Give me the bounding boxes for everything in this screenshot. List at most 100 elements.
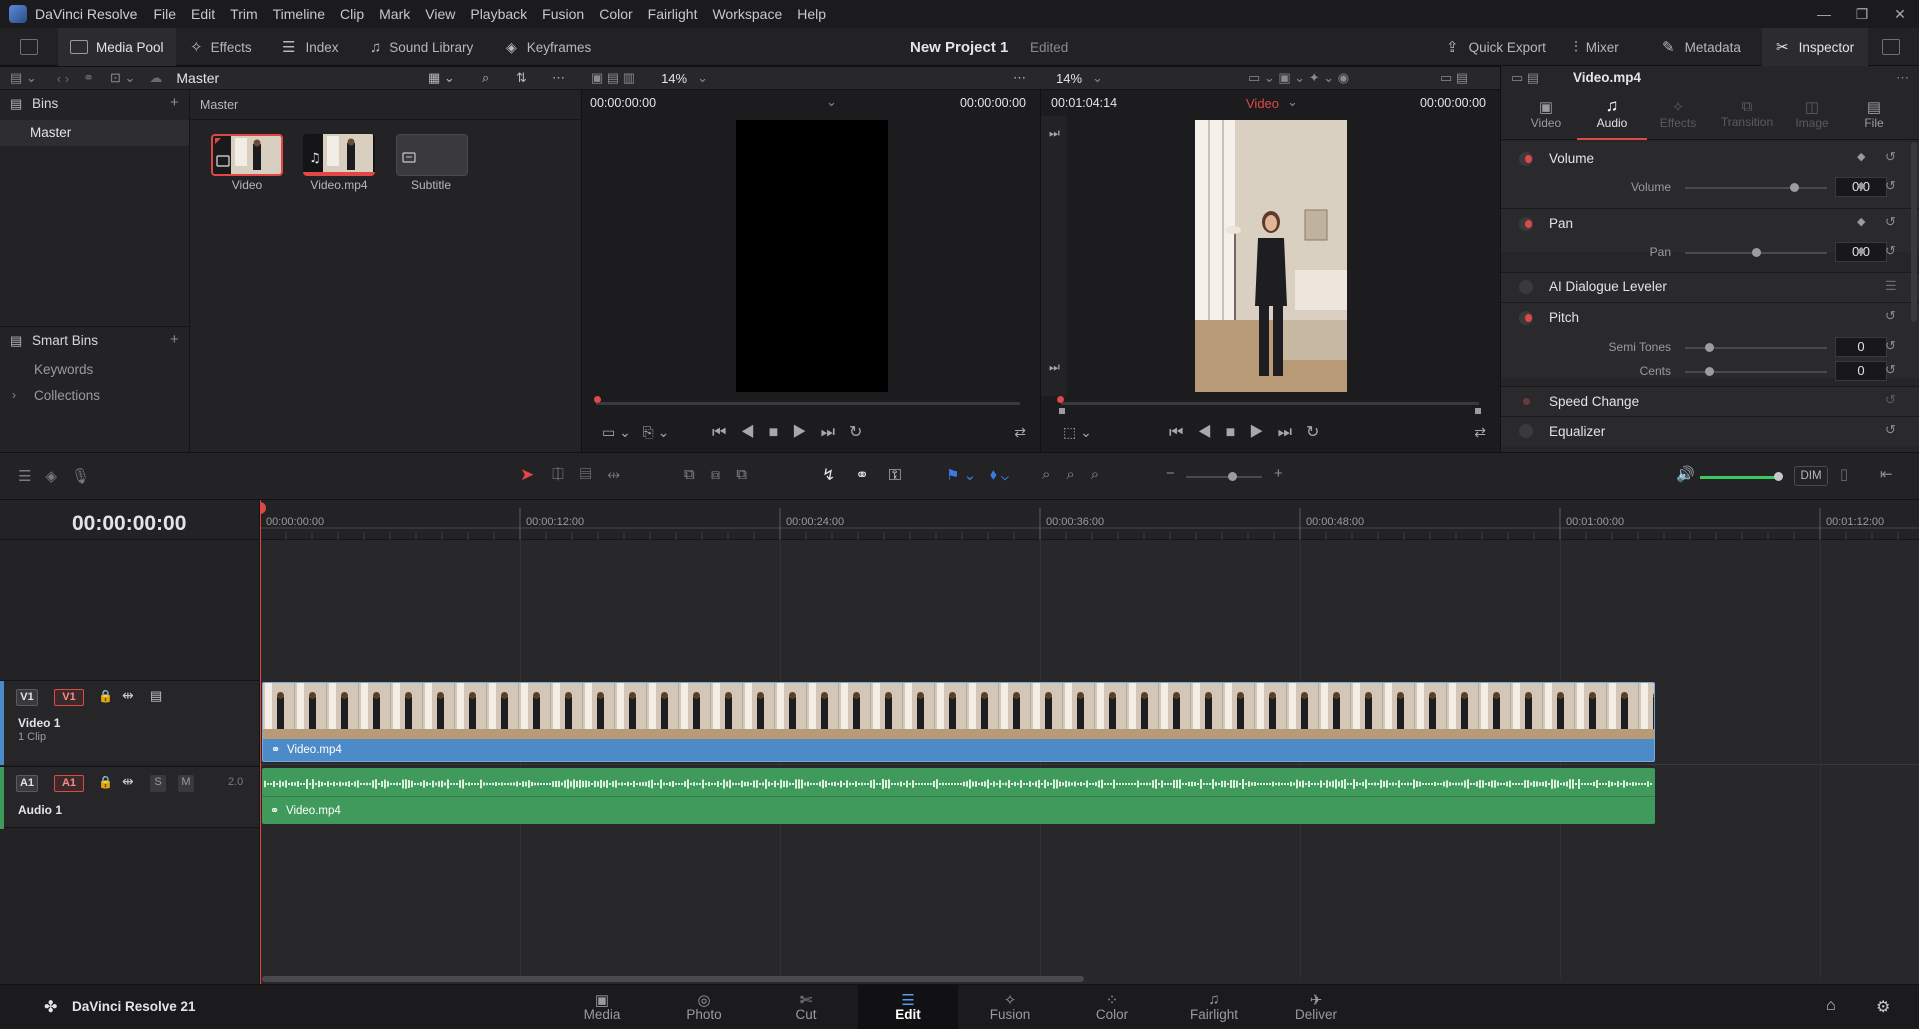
a1-solo-button[interactable]: S xyxy=(150,775,166,792)
index-button[interactable]: ☰ Index xyxy=(282,28,338,66)
grid-view-icon[interactable]: ▦ ⌄ xyxy=(428,70,455,86)
viewer-options-icons[interactable]: ▭ ⌄ ▣ ⌄ ✦ ⌄ ◉ xyxy=(1248,70,1349,86)
inspector-button[interactable]: ✂ Inspector xyxy=(1762,28,1869,66)
volume-keyframe-icon[interactable]: ◆ xyxy=(1857,150,1865,163)
record-source-select[interactable]: Video xyxy=(1246,96,1279,111)
tab-video[interactable]: ▣ Video xyxy=(1511,90,1581,140)
tab-image[interactable]: ◫ Image xyxy=(1777,90,1847,140)
speed-change-reset-icon[interactable]: ↺ xyxy=(1885,392,1896,408)
volume-enable-toggle[interactable] xyxy=(1519,152,1533,166)
pan-param-reset-icon[interactable]: ↺ xyxy=(1885,243,1896,259)
next-edit-icon[interactable]: ⏭ xyxy=(1049,360,1060,375)
sound-library-button[interactable]: ♫ Sound Library xyxy=(370,28,473,66)
video-clip[interactable]: ⚭ Video.mp4 xyxy=(262,682,1655,762)
zoom-dropdown-icon[interactable]: ⌄ xyxy=(697,70,708,86)
record-zoom-dropdown-icon[interactable]: ⌄ xyxy=(1092,70,1103,86)
speaker-icon[interactable]: 🔊 xyxy=(1676,465,1695,483)
semitones-reset-icon[interactable]: ↺ xyxy=(1885,338,1896,354)
equalizer-reset-icon[interactable]: ↺ xyxy=(1885,422,1896,438)
a1-dest-track[interactable]: A1 xyxy=(54,775,84,792)
cloud-icon[interactable]: ☁ xyxy=(149,70,162,86)
prev-edit-icon[interactable]: ⏭ xyxy=(1049,126,1060,141)
page-deliver[interactable]: ✈ Deliver xyxy=(1266,985,1366,1029)
record-zoom[interactable]: 14% xyxy=(1056,71,1082,86)
cents-reset-icon[interactable]: ↺ xyxy=(1885,362,1896,378)
source-playback-controls[interactable]: ⏮◀■▶⏭↻ xyxy=(712,422,876,442)
source-more-icon[interactable]: ⋯ xyxy=(1013,70,1026,86)
toolbar-expand-icon[interactable] xyxy=(1882,39,1900,55)
inspector-scrollbar[interactable] xyxy=(1911,142,1917,322)
pan-param-keyframe-icon[interactable]: ◆ xyxy=(1857,244,1865,257)
add-bin-icon[interactable]: + xyxy=(170,94,179,111)
a1-lock-icon[interactable]: 🔒 xyxy=(98,775,113,789)
inspector-layout-icons[interactable]: ▭ ▤ xyxy=(1511,70,1539,86)
record-playback-controls[interactable]: ⏮◀■▶⏭↻ xyxy=(1169,422,1333,442)
v1-autoselect-icon[interactable]: ⇹ xyxy=(122,687,134,704)
pan-reset-icon[interactable]: ↺ xyxy=(1885,214,1896,230)
insert-tools-icons[interactable]: ⧉⧈⧉ xyxy=(684,466,763,483)
mixer-button[interactable]: ⫶ Mixer xyxy=(1574,28,1619,66)
pan-keyframe-icon[interactable]: ◆ xyxy=(1857,215,1865,228)
add-smart-bin-icon[interactable]: + xyxy=(170,331,179,348)
more-options-icon[interactable]: ⋯ xyxy=(552,70,565,86)
menu-mark[interactable]: Mark xyxy=(379,6,410,22)
settings-gear-icon[interactable]: ⚙ xyxy=(1876,997,1890,1017)
import-icon[interactable]: ⊡ ⌄ xyxy=(110,70,135,86)
source-video-frame[interactable] xyxy=(736,120,888,392)
a1-track-name[interactable]: Audio 1 xyxy=(18,803,62,817)
menu-fusion[interactable]: Fusion xyxy=(542,6,584,22)
zoom-in-icon[interactable]: + xyxy=(1274,465,1283,482)
menu-fairlight[interactable]: Fairlight xyxy=(648,6,698,22)
tab-file[interactable]: ▤ File xyxy=(1839,90,1909,140)
dim-button[interactable]: DIM xyxy=(1794,466,1828,486)
metadata-button[interactable]: ✎ Metadata xyxy=(1662,28,1741,66)
record-playhead[interactable] xyxy=(1057,396,1064,403)
timeline-view-options[interactable]: ☰◈🎙 xyxy=(18,467,104,485)
volume-param-reset-icon[interactable]: ↺ xyxy=(1885,178,1896,194)
zoom-slider-knob[interactable] xyxy=(1228,472,1237,481)
meter-icon[interactable]: ▯ xyxy=(1840,465,1848,483)
menu-view[interactable]: View xyxy=(425,6,455,22)
pitch-enable-toggle[interactable] xyxy=(1519,311,1533,325)
tab-transition[interactable]: ⧉ Transition xyxy=(1707,90,1787,140)
tab-audio[interactable]: ♫ Audio xyxy=(1577,90,1647,140)
source-transport-icons[interactable]: ▭ ⌄ ⎘ ⌄ xyxy=(602,424,669,441)
a1-mute-button[interactable]: M xyxy=(178,775,194,792)
cents-slider-knob[interactable] xyxy=(1705,367,1714,376)
collections-chevron-icon[interactable]: › xyxy=(12,388,16,402)
record-out-marker[interactable] xyxy=(1475,408,1481,414)
v1-track-name[interactable]: Video 1 xyxy=(18,716,60,730)
page-fusion[interactable]: ✧ Fusion xyxy=(960,985,1060,1029)
tab-effects[interactable]: ✧ Effects xyxy=(1643,90,1713,140)
restore-icon[interactable]: ❐ xyxy=(1843,6,1881,23)
quick-export-button[interactable]: ⇪ Quick Export xyxy=(1446,28,1546,66)
page-color[interactable]: ⁘ Color xyxy=(1062,985,1162,1029)
smart-bin-keywords[interactable]: Keywords xyxy=(34,362,93,377)
sort-icon[interactable]: ⇅ xyxy=(516,70,527,86)
timeline-scrollbar[interactable] xyxy=(262,976,1084,982)
a1-source-patch[interactable]: A1 xyxy=(16,775,38,792)
search-icon[interactable]: ⌕ xyxy=(482,70,489,86)
menu-workspace[interactable]: Workspace xyxy=(712,6,782,22)
home-icon[interactable]: ⌂ xyxy=(1826,997,1836,1015)
menu-file[interactable]: File xyxy=(153,6,176,22)
zoom-mode-icons[interactable]: ⌕⌕⌕ xyxy=(1042,466,1115,483)
v1-dest-track[interactable]: V1 xyxy=(54,689,84,706)
keyframes-button[interactable]: ◈ Keyframes xyxy=(506,28,591,66)
timeline-ruler[interactable]: 00:00:00:00 00:00:12:00 00:00:24:00 00:0… xyxy=(260,500,1919,540)
record-video-frame[interactable] xyxy=(1195,120,1347,392)
pitch-reset-icon[interactable]: ↺ xyxy=(1885,308,1896,324)
clip-thumb-video-mp4[interactable]: ♫ xyxy=(303,134,375,176)
viewer-layout-icon[interactable]: ▣ ▤ ▥ xyxy=(591,70,635,86)
record-in-marker[interactable] xyxy=(1059,408,1065,414)
cents-value[interactable]: 0 xyxy=(1835,361,1887,381)
zoom-slider[interactable] xyxy=(1186,476,1262,478)
ai-dialogue-menu-icon[interactable]: ☰ xyxy=(1885,278,1897,294)
pan-slider-knob[interactable] xyxy=(1752,248,1761,257)
page-fairlight[interactable]: ♫ Fairlight xyxy=(1164,985,1264,1029)
snap-link-lock-icons[interactable]: ↯⚭⚿ xyxy=(822,465,921,485)
pan-enable-toggle[interactable] xyxy=(1519,217,1533,231)
clip-thumb-subtitle[interactable] xyxy=(396,134,468,176)
inspector-more-icon[interactable]: ⋯ xyxy=(1896,70,1909,86)
a1-autoselect-icon[interactable]: ⇹ xyxy=(122,773,134,790)
